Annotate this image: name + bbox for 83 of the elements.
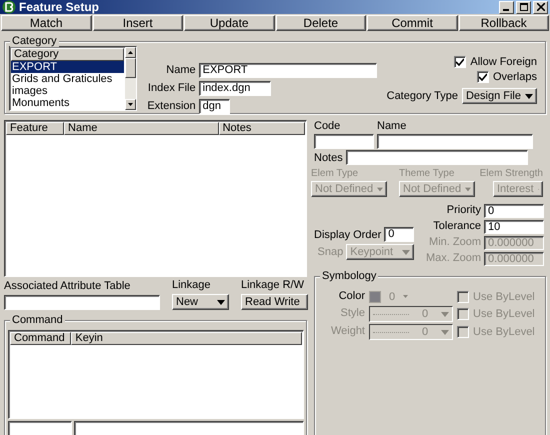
dropdown-arrow-icon bbox=[441, 312, 449, 316]
linkage-dropdown[interactable]: New bbox=[172, 294, 229, 310]
group-label: Symbology bbox=[320, 270, 378, 282]
category-item[interactable]: images bbox=[11, 85, 124, 97]
field-label: Display Order bbox=[314, 228, 382, 240]
window-title: Feature Setup bbox=[19, 0, 100, 14]
column-header[interactable]: Command bbox=[10, 332, 72, 345]
checkbox-label: Use ByLevel bbox=[473, 326, 535, 338]
toolbar-button[interactable]: Match bbox=[1, 15, 92, 31]
input-field[interactable] bbox=[377, 134, 533, 149]
field-label: Priority bbox=[446, 203, 481, 218]
dropdown-arrow-icon bbox=[403, 295, 408, 298]
checkbox[interactable] bbox=[454, 56, 466, 68]
column-header[interactable]: Feature bbox=[6, 122, 64, 135]
scroll-down-icon bbox=[128, 103, 134, 106]
input-field[interactable] bbox=[4, 295, 160, 310]
input-field[interactable] bbox=[346, 150, 528, 165]
app-logo-icon bbox=[2, 0, 16, 14]
column-header[interactable]: Category bbox=[11, 48, 124, 61]
input-field[interactable]: EXPORT bbox=[198, 63, 377, 78]
dropdown-arrow-icon bbox=[402, 250, 410, 254]
color-swatch[interactable] bbox=[369, 290, 381, 302]
checkbox-label: Allow Foreign bbox=[470, 56, 537, 68]
minimize-button[interactable] bbox=[499, 0, 514, 14]
category-item[interactable]: Grids and Graticules bbox=[11, 73, 124, 85]
checkbox-label: Use ByLevel bbox=[473, 308, 535, 320]
field-label: Linkage bbox=[172, 279, 212, 291]
checkbox-label: Overlaps bbox=[492, 71, 537, 83]
field-label: Max. Zoom bbox=[426, 251, 481, 266]
toolbar-button[interactable]: Insert bbox=[92, 15, 183, 31]
field-label: Min. Zoom bbox=[428, 235, 481, 250]
field-label: Weight bbox=[330, 324, 365, 339]
toolbar-button[interactable]: Delete bbox=[276, 15, 366, 31]
input-field[interactable]: 10 bbox=[484, 220, 544, 234]
field-label: Index File bbox=[147, 81, 196, 96]
field-label: Name bbox=[165, 63, 196, 78]
dropdown-arrow-icon bbox=[377, 186, 383, 192]
maximize-button[interactable] bbox=[516, 0, 531, 14]
toolbar-button[interactable]: Commit bbox=[367, 15, 458, 31]
scrollbar[interactable] bbox=[125, 47, 136, 110]
field-label: Theme Type bbox=[399, 168, 456, 179]
linkage-mode-dropdown[interactable]: Read Write bbox=[241, 294, 308, 310]
field-label: Elem Strength bbox=[479, 168, 543, 179]
checkbox[interactable] bbox=[476, 71, 489, 83]
close-button[interactable] bbox=[533, 0, 548, 14]
group-label: Command bbox=[10, 314, 65, 326]
toolbar-button[interactable]: Update bbox=[184, 15, 274, 31]
field-label: Style bbox=[340, 306, 365, 321]
input-field[interactable]: 0 bbox=[384, 227, 414, 242]
input-field[interactable]: 0 bbox=[484, 204, 544, 218]
field-label: Name bbox=[377, 120, 408, 132]
category-type-dropdown[interactable]: Design File bbox=[462, 88, 537, 104]
scroll-up-icon bbox=[128, 51, 134, 54]
column-header[interactable]: Name bbox=[64, 122, 219, 135]
field-label: Category Type bbox=[386, 90, 458, 102]
dropdown-arrow-icon bbox=[465, 186, 471, 192]
maximize-icon bbox=[520, 3, 528, 11]
field-label: Associated Attribute Table bbox=[4, 280, 132, 292]
field-label: Snap bbox=[318, 246, 344, 258]
dropdown-arrow-icon bbox=[525, 94, 533, 98]
column-header[interactable]: Keyin bbox=[71, 332, 302, 345]
field-label: Elem Type bbox=[311, 168, 360, 179]
field-label: Notes bbox=[314, 152, 343, 164]
input-field[interactable]: dgn bbox=[198, 99, 230, 114]
category-item[interactable]: EXPORT bbox=[11, 61, 124, 73]
field-label: Linkage R/W bbox=[241, 279, 305, 291]
field-label: Tolerance bbox=[432, 219, 481, 234]
input-field[interactable] bbox=[314, 134, 374, 149]
checkbox-label: Use ByLevel bbox=[473, 290, 535, 302]
close-icon bbox=[536, 3, 544, 11]
group-label: Category bbox=[10, 35, 59, 47]
input-field[interactable]: index.dgn bbox=[198, 81, 271, 96]
color-index: 0 bbox=[389, 290, 396, 302]
field-label: Color bbox=[338, 289, 365, 304]
column-header[interactable]: Notes bbox=[218, 122, 305, 135]
category-item[interactable]: Monuments bbox=[11, 97, 124, 109]
field-label: Extension bbox=[147, 99, 196, 114]
toolbar-button[interactable]: Rollback bbox=[458, 15, 549, 31]
input-field[interactable] bbox=[74, 421, 304, 435]
input-field[interactable] bbox=[8, 421, 72, 435]
dropdown-arrow-icon bbox=[441, 330, 449, 334]
field-label: Code bbox=[314, 120, 342, 132]
dropdown-arrow-icon bbox=[217, 300, 225, 304]
